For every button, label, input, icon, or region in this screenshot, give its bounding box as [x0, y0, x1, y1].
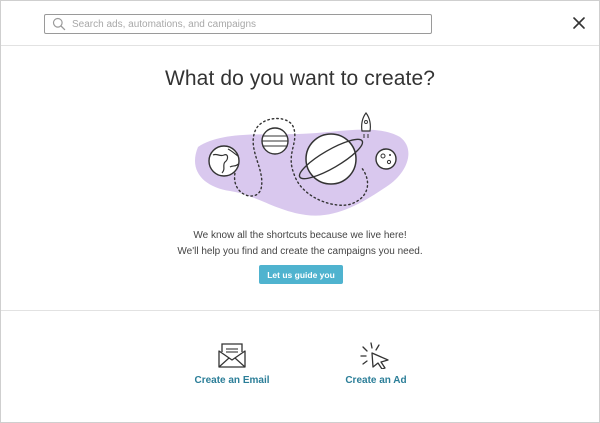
create-ad-label: Create an Ad [345, 375, 407, 386]
moon-icon [375, 148, 397, 170]
description: We know all the shortcuts because we liv… [1, 228, 599, 260]
create-email-label: Create an Email [194, 375, 270, 386]
create-modal: What do you want to create? [0, 0, 600, 423]
cursor-click-icon [359, 341, 393, 370]
earth-planet-icon [208, 145, 240, 177]
search-input[interactable] [72, 16, 431, 32]
modal-header [1, 1, 599, 46]
envelope-icon [215, 341, 249, 369]
description-line-1: We know all the shortcuts because we liv… [193, 230, 407, 241]
divider [1, 310, 599, 311]
striped-planet-icon [261, 127, 289, 155]
create-email-option[interactable]: Create an Email [172, 341, 292, 391]
search-box[interactable] [44, 14, 432, 34]
guide-button[interactable]: Let us guide you [259, 265, 343, 284]
description-line-2: We'll help you find and create the campa… [177, 246, 423, 257]
space-illustration [194, 112, 409, 216]
close-icon[interactable] [572, 16, 586, 30]
search-icon [52, 17, 66, 31]
page-title: What do you want to create? [164, 67, 436, 90]
create-ad-option[interactable]: Create an Ad [316, 341, 436, 391]
